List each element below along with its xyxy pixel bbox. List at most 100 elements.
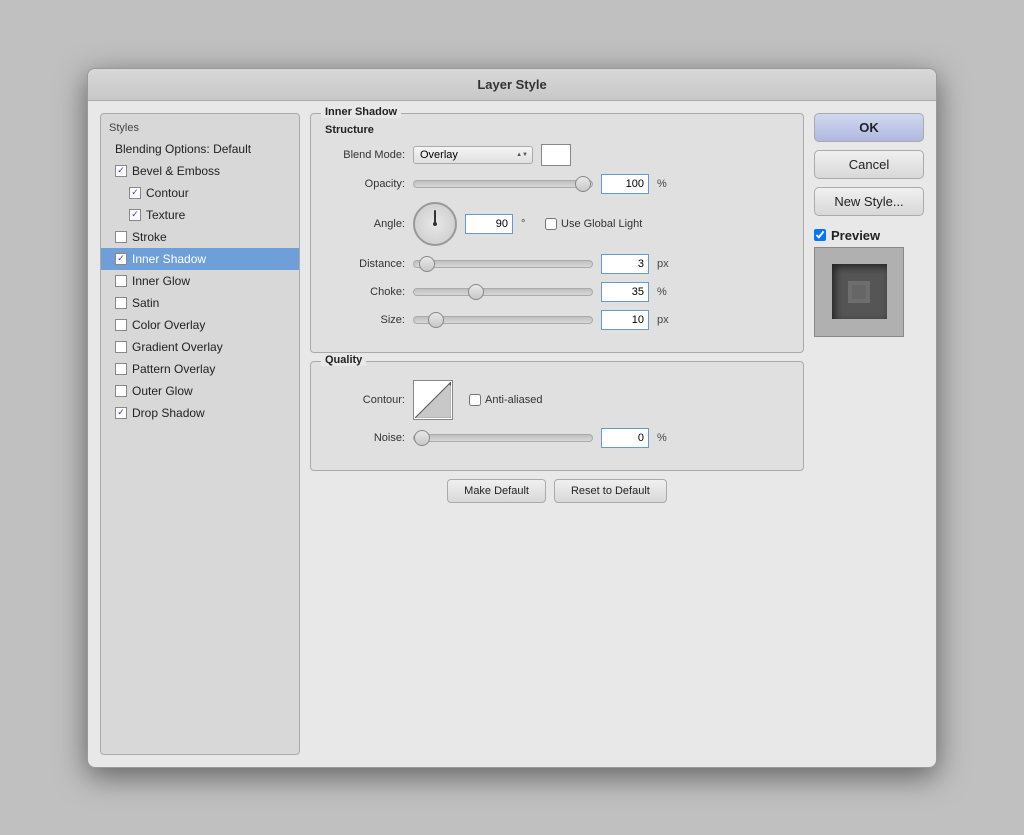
texture-label: Texture (146, 208, 185, 222)
pattern-overlay-label: Pattern Overlay (132, 362, 215, 376)
gradient-overlay-check[interactable] (115, 341, 127, 353)
sidebar-item-satin[interactable]: Satin (101, 292, 299, 314)
anti-aliased-wrapper[interactable]: Anti-aliased (469, 394, 542, 406)
use-global-light-label: Use Global Light (561, 218, 642, 230)
inner-glow-check[interactable] (115, 275, 127, 287)
noise-row: Noise: % (325, 428, 789, 448)
preview-wrapper[interactable]: Preview (814, 228, 880, 243)
blend-mode-select-wrapper[interactable]: Overlay Normal Multiply Screen (413, 146, 533, 164)
contour-thumbnail[interactable] (413, 380, 453, 420)
use-global-light-wrapper[interactable]: Use Global Light (545, 218, 642, 230)
main-panel: Inner Shadow Structure Blend Mode: Overl… (310, 113, 804, 755)
quality-section: Quality Contour: Anti-aliased (310, 361, 804, 471)
opacity-input[interactable] (601, 174, 649, 194)
sidebar-item-drop-shadow[interactable]: Drop Shadow (101, 402, 299, 424)
right-panel: OK Cancel New Style... Preview (814, 113, 924, 755)
sidebar-item-contour[interactable]: Contour (101, 182, 299, 204)
contour-row: Contour: Anti-aliased (325, 380, 789, 420)
size-thumb[interactable] (428, 312, 444, 328)
choke-thumb[interactable] (468, 284, 484, 300)
preview-checkbox[interactable] (814, 229, 826, 241)
distance-unit: px (657, 258, 673, 270)
blend-mode-row: Blend Mode: Overlay Normal Multiply Scre… (325, 144, 789, 166)
texture-check[interactable] (129, 209, 141, 221)
choke-slider[interactable] (413, 288, 593, 296)
inner-shadow-label: Inner Shadow (132, 252, 206, 266)
sidebar-item-color-overlay[interactable]: Color Overlay (101, 314, 299, 336)
sidebar-item-outer-glow[interactable]: Outer Glow (101, 380, 299, 402)
choke-unit: % (657, 286, 673, 298)
noise-label: Noise: (325, 432, 405, 444)
angle-row: Angle: ° Use Global Light (325, 202, 789, 246)
anti-aliased-label: Anti-aliased (485, 394, 542, 406)
pattern-overlay-check[interactable] (115, 363, 127, 375)
sidebar-item-gradient-overlay[interactable]: Gradient Overlay (101, 336, 299, 358)
size-unit: px (657, 314, 673, 326)
noise-unit: % (657, 432, 673, 444)
contour-label: Contour (146, 186, 189, 200)
satin-check[interactable] (115, 297, 127, 309)
styles-label: Styles (101, 118, 299, 138)
size-input[interactable] (601, 310, 649, 330)
noise-thumb[interactable] (414, 430, 430, 446)
noise-input[interactable] (601, 428, 649, 448)
structure-subtitle: Structure (325, 124, 789, 136)
inner-shadow-section: Inner Shadow Structure Blend Mode: Overl… (310, 113, 804, 353)
blend-mode-select[interactable]: Overlay Normal Multiply Screen (413, 146, 533, 164)
layer-style-dialog: Layer Style Styles Blending Options: Def… (87, 68, 937, 768)
distance-slider[interactable] (413, 260, 593, 268)
dialog-title: Layer Style (88, 69, 936, 101)
cancel-button[interactable]: Cancel (814, 150, 924, 179)
bevel-emboss-label: Bevel & Emboss (132, 164, 220, 178)
opacity-thumb[interactable] (575, 176, 591, 192)
sidebar-item-blending-options[interactable]: Blending Options: Default (101, 138, 299, 160)
preview-thumbnail (814, 247, 904, 337)
angle-input[interactable] (465, 214, 513, 234)
inner-shadow-section-title: Inner Shadow (321, 106, 401, 118)
preview-section: Preview (814, 228, 924, 337)
gradient-overlay-label: Gradient Overlay (132, 340, 223, 354)
sidebar-item-inner-glow[interactable]: Inner Glow (101, 270, 299, 292)
blending-options-label: Blending Options: Default (115, 142, 251, 156)
size-row: Size: px (325, 310, 789, 330)
ok-button[interactable]: OK (814, 113, 924, 142)
sidebar-item-inner-shadow[interactable]: Inner Shadow (101, 248, 299, 270)
use-global-light-checkbox[interactable] (545, 218, 557, 230)
preview-inner-box (832, 264, 887, 319)
bevel-emboss-check[interactable] (115, 165, 127, 177)
anti-aliased-checkbox[interactable] (469, 394, 481, 406)
sidebar-item-texture[interactable]: Texture (101, 204, 299, 226)
sidebar-item-bevel-emboss[interactable]: Bevel & Emboss (101, 160, 299, 182)
opacity-label: Opacity: (325, 178, 405, 190)
inner-glow-label: Inner Glow (132, 274, 190, 288)
size-slider[interactable] (413, 316, 593, 324)
sidebar-item-stroke[interactable]: Stroke (101, 226, 299, 248)
outer-glow-check[interactable] (115, 385, 127, 397)
blend-mode-label: Blend Mode: (325, 149, 405, 161)
opacity-slider[interactable] (413, 180, 593, 188)
inner-shadow-check[interactable] (115, 253, 127, 265)
drop-shadow-label: Drop Shadow (132, 406, 205, 420)
new-style-button[interactable]: New Style... (814, 187, 924, 216)
satin-label: Satin (132, 296, 159, 310)
sidebar-item-pattern-overlay[interactable]: Pattern Overlay (101, 358, 299, 380)
angle-dial[interactable] (413, 202, 457, 246)
contour-label: Contour: (325, 394, 405, 406)
stroke-check[interactable] (115, 231, 127, 243)
size-label: Size: (325, 314, 405, 326)
choke-row: Choke: % (325, 282, 789, 302)
opacity-unit: % (657, 178, 673, 190)
distance-thumb[interactable] (419, 256, 435, 272)
footer-buttons: Make Default Reset to Default (310, 479, 804, 507)
reset-default-button[interactable]: Reset to Default (554, 479, 667, 503)
drop-shadow-check[interactable] (115, 407, 127, 419)
color-overlay-check[interactable] (115, 319, 127, 331)
make-default-button[interactable]: Make Default (447, 479, 546, 503)
choke-input[interactable] (601, 282, 649, 302)
angle-unit: ° (521, 218, 537, 230)
contour-check[interactable] (129, 187, 141, 199)
choke-label: Choke: (325, 286, 405, 298)
noise-slider[interactable] (413, 434, 593, 442)
blend-color-swatch[interactable] (541, 144, 571, 166)
distance-input[interactable] (601, 254, 649, 274)
